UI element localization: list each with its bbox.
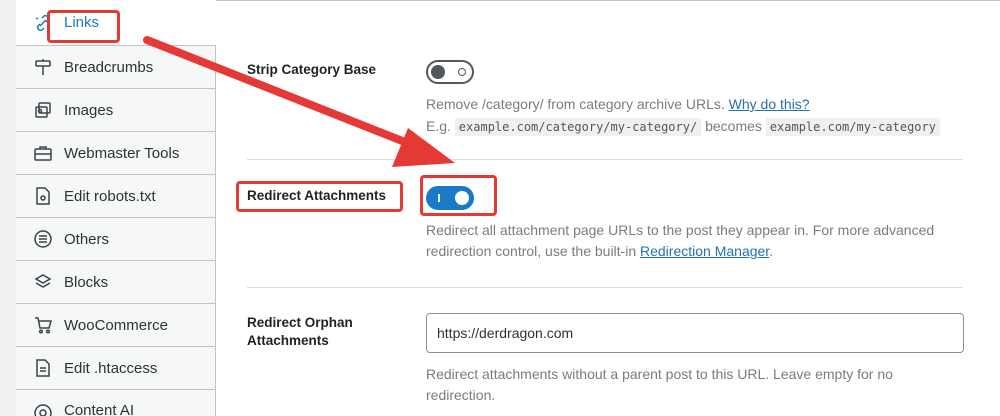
images-icon — [32, 99, 54, 121]
toggle-knob — [431, 65, 445, 79]
sidebar-item-links[interactable]: Links — [16, 0, 216, 46]
robots-file-icon — [32, 185, 54, 207]
sidebar-item-edit-htaccess[interactable]: Edit .htaccess — [16, 347, 216, 390]
strip-category-description: Remove /category/ from category archive … — [426, 94, 810, 115]
strip-category-example: E.g. example.com/category/my-category/ b… — [426, 116, 940, 138]
sidebar-item-label: Links — [64, 14, 100, 31]
sidebar-item-label: Images — [64, 101, 114, 119]
toolbox-icon — [32, 142, 54, 164]
why-do-this-link[interactable]: Why do this? — [729, 96, 810, 112]
sidebar-item-content-ai[interactable]: Content AI — [16, 390, 216, 416]
sidebar-item-others[interactable]: Others — [16, 218, 216, 261]
sidebar-item-label: Others — [64, 230, 110, 248]
list-circle-icon — [32, 228, 54, 250]
section-divider — [247, 287, 963, 288]
redirect-orphan-label: Redirect Orphan Attachments — [247, 314, 353, 350]
strip-category-label: Strip Category Base — [247, 62, 377, 77]
cart-icon — [32, 314, 54, 336]
desc-suffix: . — [769, 243, 774, 259]
example-to-code: example.com/my-category — [765, 118, 940, 136]
example-mid-text: becomes — [705, 118, 762, 134]
redirect-orphan-description: Redirect attachments without a parent po… — [426, 366, 893, 403]
sidebar-item-images[interactable]: Images — [16, 89, 216, 132]
settings-sidebar: Links Breadcrumbs Images Webmaster Tools… — [16, 0, 216, 416]
sidebar-item-label: Blocks — [64, 273, 109, 291]
example-from-code: example.com/category/my-category/ — [454, 118, 702, 136]
redirect-attachments-toggle[interactable] — [426, 186, 474, 210]
toggle-on-indicator — [438, 194, 440, 202]
label-line-2: Attachments — [247, 333, 329, 348]
sidebar-item-label: Edit .htaccess — [64, 359, 158, 377]
sidebar-item-label: Edit robots.txt — [64, 187, 156, 205]
redirection-manager-link[interactable]: Redirection Manager — [640, 243, 769, 259]
redirect-attachments-description: Redirect all attachment page URLs to the… — [426, 220, 966, 262]
htaccess-file-icon — [32, 357, 54, 379]
sidebar-item-breadcrumbs[interactable]: Breadcrumbs — [16, 46, 216, 89]
sidebar-item-label: WooCommerce — [64, 316, 168, 334]
sidebar-item-label: Webmaster Tools — [64, 144, 180, 162]
link-icon — [32, 12, 54, 34]
blocks-icon — [32, 271, 54, 293]
content-ai-icon — [32, 402, 54, 416]
toggle-knob — [455, 191, 469, 205]
sidebar-item-webmaster-tools[interactable]: Webmaster Tools — [16, 132, 216, 175]
label-line-1: Redirect Orphan — [247, 315, 353, 330]
redirect-orphan-url-input[interactable] — [426, 313, 964, 353]
section-divider — [247, 159, 963, 160]
strip-category-desc-text: Remove /category/ from category archive … — [426, 96, 725, 112]
sidebar-item-woocommerce[interactable]: WooCommerce — [16, 304, 216, 347]
toggle-off-indicator — [458, 68, 466, 76]
example-prefix: E.g. — [426, 118, 451, 134]
sidebar-item-edit-robots[interactable]: Edit robots.txt — [16, 175, 216, 218]
strip-category-toggle[interactable] — [426, 60, 474, 84]
sidebar-item-label: Breadcrumbs — [64, 58, 154, 76]
signpost-icon — [32, 56, 54, 78]
sidebar-item-blocks[interactable]: Blocks — [16, 261, 216, 304]
sidebar-item-label: Content AI — [64, 402, 135, 416]
redirect-attachments-label: Redirect Attachments — [247, 188, 387, 203]
